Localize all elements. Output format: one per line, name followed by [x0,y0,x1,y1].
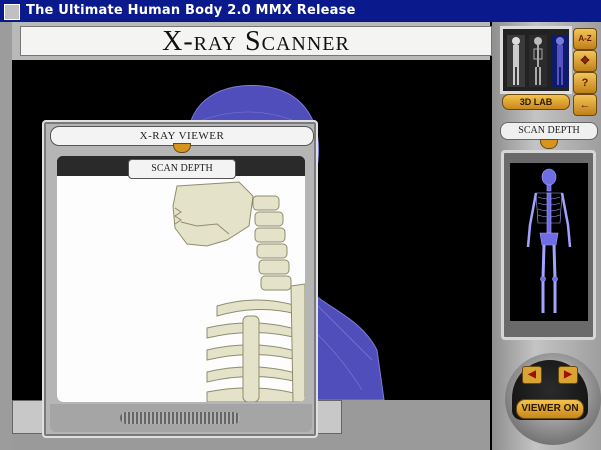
thumbnail-body-skeleton[interactable] [529,35,547,87]
thumbnail-body-front[interactable] [507,35,525,87]
3d-lab-button[interactable]: 3D LAB [502,94,570,110]
window-titlebar: The Ultimate Human Body 2.0 MMX Release [0,0,601,22]
viewer-speaker-grille [120,412,240,424]
viewer-scan-depth-label: SCAN DEPTH [128,159,236,179]
page-title: X-ray Scanner [162,26,350,57]
scan-depth-label: SCAN DEPTH [500,122,598,140]
depth-preview-frame [501,150,596,340]
left-frame [0,22,12,450]
move-arrows-icon[interactable]: ✥ [573,50,597,72]
dial-left-arrow-icon[interactable]: ◀ [522,366,542,384]
depth-preview-skeleton[interactable] [510,163,588,321]
viewer-on-button[interactable]: VIEWER ON [516,399,584,419]
back-arrow-icon[interactable]: ← [573,94,597,116]
a-z-index-icon[interactable]: A-Z [573,28,597,50]
help-icon[interactable]: ? [573,72,597,94]
app-icon [4,4,20,20]
thumbnail-body-xray[interactable] [551,35,569,87]
view-thumbnails[interactable] [500,26,572,94]
window-title: The Ultimate Human Body 2.0 MMX Release [26,3,356,18]
viewer-skeleton-illustration [57,156,305,402]
xray-viewer-screen[interactable] [57,156,305,402]
dial-right-arrow-icon[interactable]: ▶ [558,366,578,384]
header-banner: X-ray Scanner [20,26,492,57]
